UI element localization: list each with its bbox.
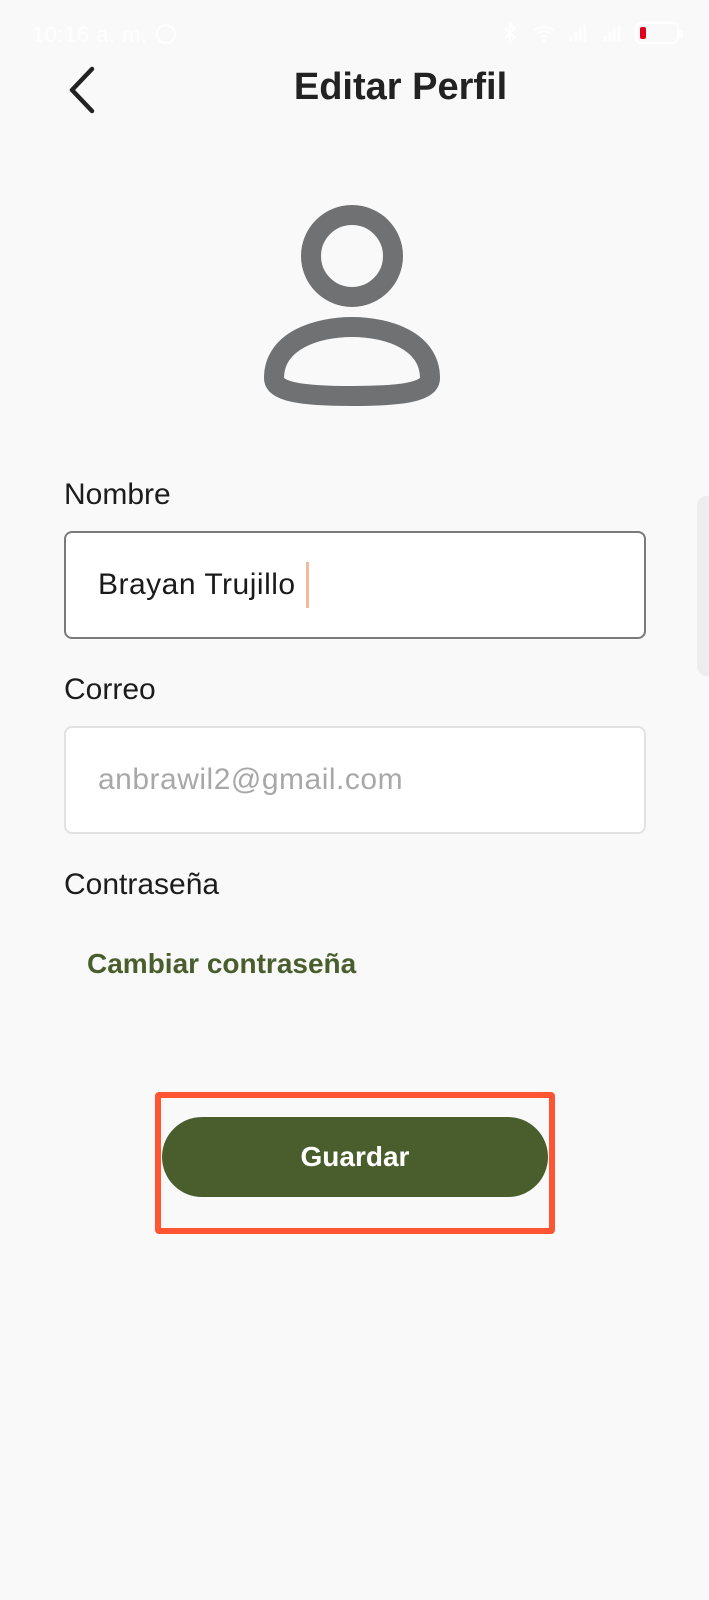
signal-icon [569, 24, 587, 42]
save-button[interactable]: Guardar [162, 1117, 548, 1197]
bluetooth-icon [504, 22, 516, 44]
text-cursor [305, 562, 309, 608]
edit-profile-screen: 10:16 a. m. Editar Perfil Nombre Brayan … [0, 0, 709, 1600]
signal-icon [603, 24, 621, 42]
name-label: Nombre [64, 478, 171, 511]
page-title: Editar Perfil [293, 66, 508, 108]
email-input-placeholder: anbrawil2@gmail.com [98, 763, 404, 796]
change-password-link[interactable]: Cambiar contraseña [87, 948, 356, 980]
name-input-value: Brayan Trujillo [98, 568, 296, 601]
user-icon [264, 205, 440, 406]
status-time: 10:16 a. m. [32, 22, 148, 47]
status-bar: 10:16 a. m. [0, 0, 709, 72]
password-label: Contraseña [64, 868, 220, 901]
email-label: Correo [64, 673, 156, 706]
status-icons [499, 22, 683, 44]
battery-level [640, 27, 646, 39]
wifi-icon [534, 25, 554, 42]
battery-icon [635, 22, 683, 44]
email-input[interactable]: anbrawil2@gmail.com [64, 726, 646, 834]
name-input[interactable]: Brayan Trujillo [64, 531, 646, 639]
edge-panel-handle[interactable] [697, 496, 709, 676]
avatar[interactable] [262, 202, 442, 420]
notification-icon [156, 24, 176, 44]
